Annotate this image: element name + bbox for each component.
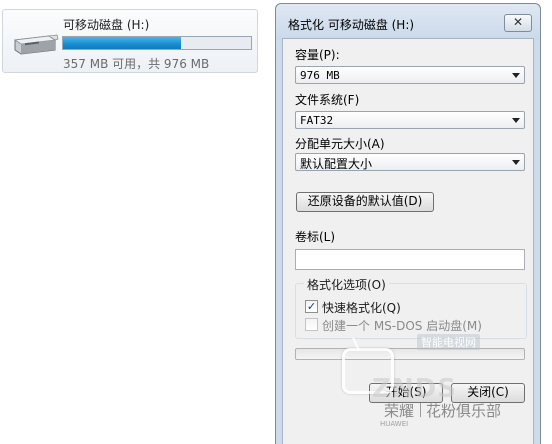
watermark-logo-text: HUAWEI — [380, 420, 409, 428]
capacity-select[interactable]: 976 MB — [295, 66, 525, 84]
msdos-boot-label: 创建一个 MS-DOS 启动盘(M) — [322, 319, 482, 333]
quick-format-checkbox[interactable]: ✓ — [305, 300, 318, 313]
watermark-top-text: 智能电视网 — [417, 334, 480, 350]
chevron-down-icon — [512, 160, 520, 165]
watermark-slogan: 花粉俱乐部 — [426, 402, 502, 420]
allocation-select[interactable]: 默认配置大小 — [295, 153, 525, 171]
drive-space-text: 357 MB 可用，共 976 MB — [63, 57, 210, 71]
quick-format-label: 快速格式化(Q) — [322, 301, 401, 315]
format-options-group: 格式化选项(O) ✓ 快速格式化(Q) 创建一个 MS-DOS 启动盘(M) — [295, 276, 527, 339]
filesystem-value: FAT32 — [300, 114, 334, 127]
allocation-value: 默认配置大小 — [300, 157, 373, 171]
chevron-down-icon — [512, 73, 520, 78]
drive-usage-fill — [63, 37, 182, 49]
format-options-title: 格式化选项(O) — [304, 276, 389, 293]
drive-usage-bar — [62, 36, 252, 50]
watermark: 智能电视网 ZNDS 荣耀 花粉俱乐部 HUAWEI — [342, 334, 552, 444]
drive-tile[interactable]: 可移动磁盘 (H:) 357 MB 可用，共 976 MB — [2, 9, 258, 73]
restore-defaults-button[interactable]: 还原设备的默认值(D) — [296, 192, 434, 212]
capacity-label: 容量(P): — [295, 48, 340, 62]
capacity-value: 976 MB — [300, 69, 340, 82]
msdos-boot-checkbox — [305, 318, 318, 331]
dialog-title: 格式化 可移动磁盘 (H:) — [288, 18, 415, 32]
allocation-label: 分配单元大小(A) — [295, 137, 385, 151]
volume-label-label: 卷标(L) — [295, 230, 336, 244]
watermark-club: 荣耀 — [384, 402, 415, 420]
watermark-separator — [420, 403, 421, 417]
filesystem-label: 文件系统(F) — [295, 93, 360, 107]
filesystem-select[interactable]: FAT32 — [295, 111, 525, 129]
volume-label-input[interactable] — [295, 249, 525, 270]
drive-name: 可移动磁盘 (H:) — [63, 18, 150, 32]
close-icon[interactable]: ✕ — [504, 14, 532, 32]
usb-drive-icon — [11, 26, 59, 62]
chevron-down-icon — [512, 118, 520, 123]
dialog-titlebar[interactable]: 格式化 可移动磁盘 (H:) ✕ — [276, 4, 540, 40]
